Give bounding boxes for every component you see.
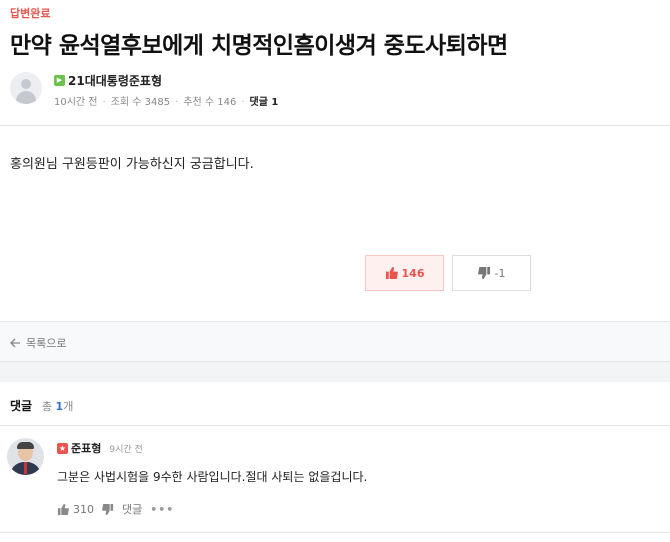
comment-author-name[interactable]: 준표형 bbox=[71, 440, 101, 456]
comment-bottom-divider bbox=[0, 532, 670, 533]
post-title: 만약 윤석열후보에게 치명적인흠이생겨 중도사퇴하면 bbox=[10, 33, 508, 59]
comments-header: 댓글 총 1개 bbox=[10, 397, 73, 414]
post-body: 홍의원님 구원등판이 가능하신지 궁금합니다. bbox=[10, 157, 254, 172]
view-count: 조회 수 3485 bbox=[110, 97, 171, 108]
thumbs-up-icon bbox=[57, 503, 69, 515]
comment-actions: 310 댓글 ••• bbox=[57, 501, 174, 517]
comments-divider bbox=[0, 425, 670, 426]
arrow-left-icon bbox=[10, 338, 20, 348]
post-meta: 10시간 전 · 조회 수 3485 · 추천 수 146 · 댓글 1 bbox=[54, 97, 279, 108]
comment-like-count: 310 bbox=[73, 502, 94, 516]
comment-text: 그분은 사법시험을 9수한 사람입니다.절대 사퇴는 없을겁니다. bbox=[57, 470, 368, 484]
thumbs-down-icon bbox=[477, 267, 490, 279]
author-avatar[interactable] bbox=[10, 72, 42, 104]
green-level-icon: ▶ bbox=[54, 75, 65, 86]
comment-count-link[interactable]: 댓글 1 bbox=[250, 97, 279, 108]
author-name-row[interactable]: ▶ 21대대통령준표형 bbox=[54, 72, 162, 89]
author-name[interactable]: 21대대통령준표형 bbox=[68, 72, 162, 89]
red-level-icon: ★ bbox=[57, 442, 68, 454]
post-time: 10시간 전 bbox=[54, 97, 98, 108]
default-user-avatar-icon bbox=[21, 79, 31, 89]
comments-label: 댓글 bbox=[10, 399, 33, 413]
section-gap bbox=[0, 362, 670, 382]
upvote-count: 146 bbox=[401, 266, 425, 280]
comment-like-button[interactable]: 310 bbox=[57, 503, 94, 516]
upvote-button[interactable]: 146 bbox=[365, 255, 444, 291]
answered-badge: 답변완료 bbox=[10, 7, 51, 20]
downvote-count: -1 bbox=[494, 266, 506, 280]
back-bar: 목록으로 bbox=[0, 321, 670, 362]
downvote-button[interactable]: -1 bbox=[452, 255, 531, 291]
commenter-avatar[interactable] bbox=[7, 438, 44, 475]
more-options-icon[interactable]: ••• bbox=[150, 503, 174, 516]
comments-total: 총 1개 bbox=[41, 400, 74, 413]
comment-time: 9시간 전 bbox=[109, 444, 143, 455]
author-info: ▶ 21대대통령준표형 10시간 전 · 조회 수 3485 · 추천 수 146 · 댓글… bbox=[10, 72, 660, 108]
back-to-list-label: 목록으로 bbox=[26, 337, 67, 350]
header-divider bbox=[0, 125, 670, 126]
comment-reply-button[interactable]: 댓글 bbox=[122, 501, 142, 517]
recommend-count: 추천 수 146 bbox=[183, 97, 237, 108]
comment-dislike-button[interactable] bbox=[102, 503, 114, 515]
back-to-list-link[interactable]: 목록으로 bbox=[10, 335, 66, 351]
thumbs-up-icon bbox=[385, 267, 398, 279]
thumbs-down-icon bbox=[102, 503, 114, 515]
comment-author-row: ★ 준표형 9시간 전 bbox=[57, 440, 143, 456]
